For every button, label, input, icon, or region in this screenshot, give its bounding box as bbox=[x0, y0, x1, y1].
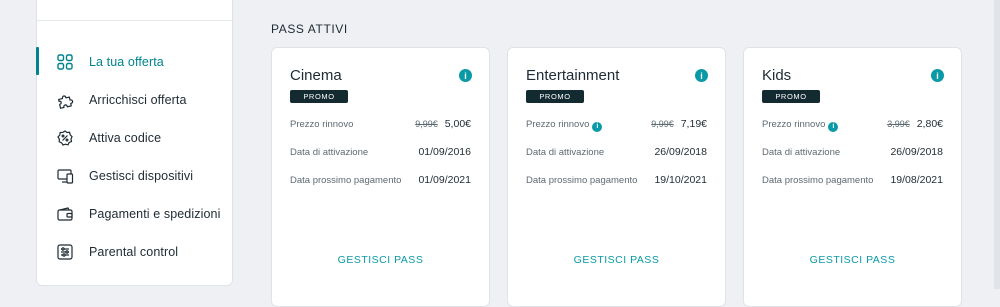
renewal-price-value: 9,99€ 5,00€ bbox=[415, 118, 471, 130]
sidebar-item-arricchisci-offerta[interactable]: Arricchisci offerta bbox=[37, 82, 232, 118]
info-icon[interactable]: i bbox=[695, 69, 708, 82]
wallet-icon bbox=[56, 205, 74, 223]
sidebar-item-pagamenti-e-spedizioni[interactable]: Pagamenti e spedizioni bbox=[37, 196, 232, 232]
activation-date-value: 26/09/2018 bbox=[654, 146, 707, 158]
activation-date-label: Data di attivazione bbox=[290, 147, 369, 158]
activation-date-row: Data di attivazione 26/09/2018 bbox=[762, 146, 943, 158]
new-price: 5,00€ bbox=[444, 118, 471, 130]
sidebar-divider bbox=[37, 20, 232, 21]
sidebar-item-gestisci-dispositivi[interactable]: Gestisci dispositivi bbox=[37, 158, 232, 194]
sidebar-item-label: Pagamenti e spedizioni bbox=[89, 207, 221, 221]
sidebar-item-la-tua-offerta[interactable]: La tua offerta bbox=[36, 44, 232, 80]
next-payment-label: Data prossimo pagamento bbox=[290, 175, 402, 186]
sidebar-item-label: Gestisci dispositivi bbox=[89, 169, 194, 183]
renewal-price-row: Prezzo rinnovo i 9,99€ 7,19€ bbox=[526, 118, 707, 132]
next-payment-row: Data prossimo pagamento 19/08/2021 bbox=[762, 174, 943, 186]
renewal-price-label: Prezzo rinnovo bbox=[762, 119, 826, 130]
old-price: 9,99€ bbox=[415, 119, 438, 129]
promo-badge: PROMO bbox=[290, 90, 348, 103]
next-payment-value: 19/08/2021 bbox=[890, 174, 943, 186]
sidebar: La tua offerta Arricchisci offerta Attiv… bbox=[36, 0, 233, 286]
new-price: 2,80€ bbox=[916, 118, 943, 130]
sidebar-item-label: Attiva codice bbox=[89, 131, 162, 145]
old-price: 9,99€ bbox=[651, 119, 674, 129]
info-icon[interactable]: i bbox=[459, 69, 472, 82]
puzzle-icon bbox=[56, 91, 74, 109]
new-price: 7,19€ bbox=[680, 118, 707, 130]
promo-badge: PROMO bbox=[526, 90, 584, 103]
activation-date-value: 01/09/2016 bbox=[418, 146, 471, 158]
pass-title: Kids bbox=[762, 67, 792, 84]
activation-date-row: Data di attivazione 01/09/2016 bbox=[290, 146, 471, 158]
sidebar-item-label: La tua offerta bbox=[89, 55, 164, 69]
devices-icon bbox=[56, 167, 74, 185]
next-payment-row: Data prossimo pagamento 01/09/2021 bbox=[290, 174, 471, 186]
pass-card-entertainment: Entertainment i PROMO Prezzo rinnovo i 9,… bbox=[507, 47, 726, 307]
pass-card-kids: Kids i PROMO Prezzo rinnovo i 3,99€ 2,80€ … bbox=[743, 47, 962, 307]
info-icon[interactable]: i bbox=[931, 69, 944, 82]
manage-pass-button[interactable]: GESTISCI PASS bbox=[744, 254, 961, 266]
pass-title: Entertainment bbox=[526, 67, 620, 84]
info-icon[interactable]: i bbox=[828, 121, 839, 132]
renewal-price-row: Prezzo rinnovo i 3,99€ 2,80€ bbox=[762, 118, 943, 132]
next-payment-label: Data prossimo pagamento bbox=[762, 175, 874, 186]
activation-date-label: Data di attivazione bbox=[526, 147, 605, 158]
next-payment-value: 01/09/2021 bbox=[418, 174, 471, 186]
manage-pass-button[interactable]: GESTISCI PASS bbox=[508, 254, 725, 266]
sidebar-item-label: Parental control bbox=[89, 245, 179, 259]
renewal-price-row: Prezzo rinnovo 9,99€ 5,00€ bbox=[290, 118, 471, 130]
next-payment-value: 19/10/2021 bbox=[654, 174, 707, 186]
renewal-price-value: 3,99€ 2,80€ bbox=[887, 118, 943, 130]
page-edge bbox=[994, 0, 1000, 289]
renewal-price-label: Prezzo rinnovo bbox=[290, 119, 354, 130]
renewal-price-value: 9,99€ 7,19€ bbox=[651, 118, 707, 130]
next-payment-label: Data prossimo pagamento bbox=[526, 175, 638, 186]
activation-date-value: 26/09/2018 bbox=[890, 146, 943, 158]
next-payment-row: Data prossimo pagamento 19/10/2021 bbox=[526, 174, 707, 186]
percent-badge-icon bbox=[56, 129, 74, 147]
sidebar-item-parental-control[interactable]: Parental control bbox=[37, 234, 232, 270]
grid-icon bbox=[56, 53, 74, 71]
promo-badge: PROMO bbox=[762, 90, 820, 103]
active-indicator bbox=[36, 47, 39, 75]
pass-card-cinema: Cinema i PROMO Prezzo rinnovo 9,99€ 5,00€… bbox=[271, 47, 490, 307]
sidebar-item-label: Arricchisci offerta bbox=[89, 93, 187, 107]
info-icon[interactable]: i bbox=[592, 121, 603, 132]
activation-date-row: Data di attivazione 26/09/2018 bbox=[526, 146, 707, 158]
sidebar-item-attiva-codice[interactable]: Attiva codice bbox=[37, 120, 232, 156]
pass-title: Cinema bbox=[290, 67, 342, 84]
activation-date-label: Data di attivazione bbox=[762, 147, 841, 158]
sliders-icon bbox=[56, 243, 74, 261]
old-price: 3,99€ bbox=[887, 119, 910, 129]
renewal-price-label: Prezzo rinnovo bbox=[526, 119, 590, 130]
manage-pass-button[interactable]: GESTISCI PASS bbox=[272, 254, 489, 266]
section-title: PASS ATTIVI bbox=[271, 22, 348, 36]
